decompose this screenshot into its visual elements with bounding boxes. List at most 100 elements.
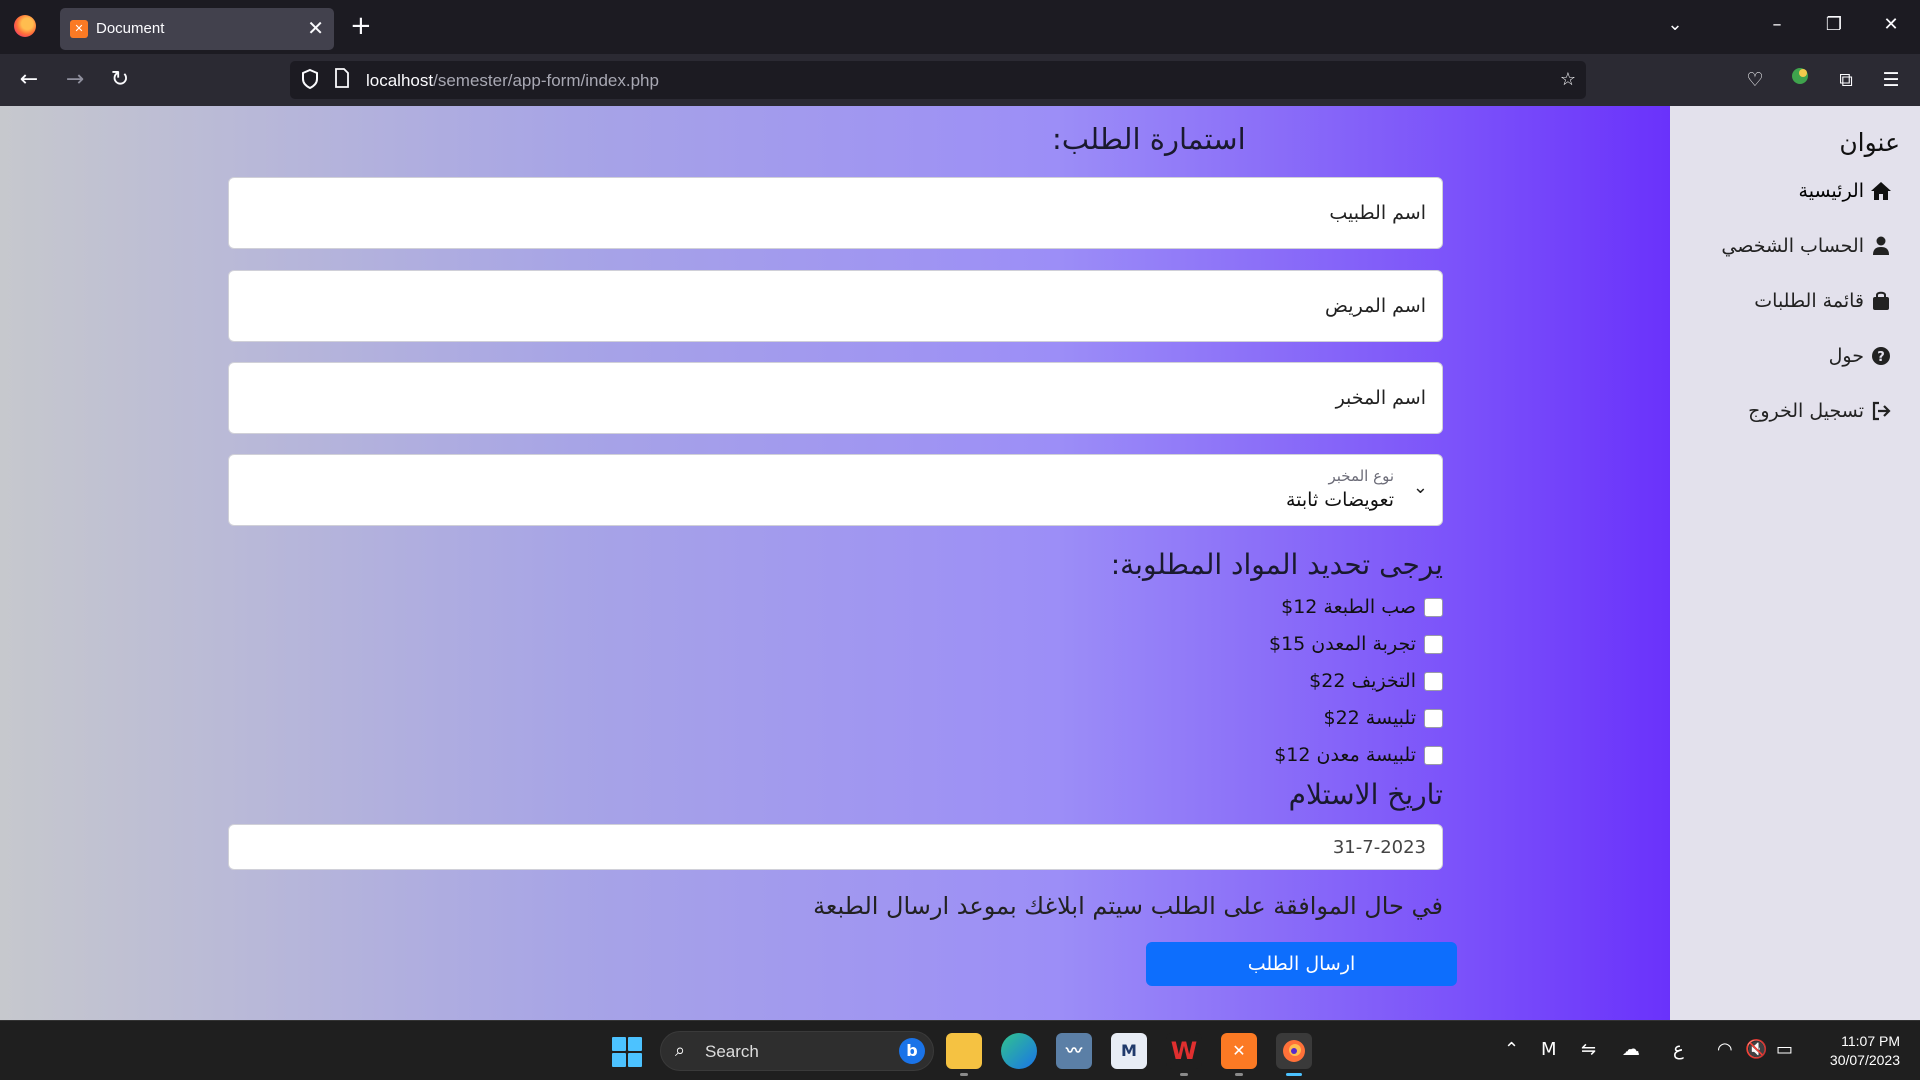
onedrive-error-icon[interactable]: ☁: [1622, 1039, 1640, 1061]
material-checkbox[interactable]: تجربة المعدن 15$: [1269, 633, 1443, 655]
extension-color-icon[interactable]: [1785, 65, 1815, 95]
patient-name-placeholder: اسم المريض: [1325, 295, 1426, 317]
sidebar-item-label: تسجيل الخروج: [1748, 400, 1864, 422]
checkbox-box[interactable]: [1424, 745, 1443, 765]
running-indicator: [960, 1073, 968, 1076]
sidebar-item-label: قائمة الطلبات: [1754, 290, 1864, 312]
clock-date: 30/07/2023: [1829, 1052, 1900, 1068]
sidebar-item-label: الحساب الشخصي: [1721, 235, 1864, 257]
reload-icon[interactable]: ↻: [105, 66, 135, 96]
chevron-up-icon[interactable]: ⌃: [1504, 1039, 1519, 1061]
checkbox-box[interactable]: [1424, 597, 1443, 617]
taskbar-search[interactable]: ⌕ Search b: [660, 1031, 934, 1071]
material-checkbox[interactable]: تلبيسة 22$: [1323, 707, 1443, 729]
sidebar-item-about[interactable]: ? حول: [1829, 345, 1892, 367]
page-icon[interactable]: [334, 68, 350, 95]
user-icon: [1870, 235, 1892, 257]
url-text[interactable]: localhost/semester/app-form/index.php: [366, 71, 659, 91]
file-explorer-icon[interactable]: [946, 1033, 982, 1069]
material-checkbox[interactable]: تلبيسة معدن 12$: [1274, 744, 1443, 766]
material-checkbox[interactable]: صب الطبعة 12$: [1281, 596, 1443, 618]
patient-name-input[interactable]: اسم المريض: [228, 270, 1443, 342]
language-indicator[interactable]: ع: [1673, 1039, 1684, 1061]
material-label: تلبيسة 22$: [1323, 707, 1416, 729]
back-arrow-icon[interactable]: ←: [14, 66, 44, 96]
bing-icon[interactable]: b: [899, 1038, 925, 1064]
sidebar-item-orders[interactable]: قائمة الطلبات: [1754, 290, 1892, 312]
firefox-taskbar-icon[interactable]: [1276, 1033, 1312, 1069]
material-label: تجربة المعدن 15$: [1268, 633, 1416, 655]
material-label: تلبيسة معدن 12$: [1274, 744, 1416, 766]
list-all-tabs-icon[interactable]: ⌄: [1660, 10, 1690, 40]
material-checkbox[interactable]: التخزيف 22$: [1309, 670, 1443, 692]
page-content: عنوان الرئيسية الحساب الشخصي قائمة الطلب…: [0, 106, 1920, 1020]
battery-icon[interactable]: ▭: [1776, 1039, 1793, 1061]
windows-taskbar: ⌕ Search b 〰 M W ✕ ⌃ M ⇋ ☁ ع ◠ 🔇 ▭ 11:07…: [0, 1020, 1920, 1080]
approval-notice: في حال الموافقة على الطلب سيتم ابلاغك بم…: [813, 892, 1443, 920]
bag-icon: [1870, 290, 1892, 312]
bookmark-star-icon[interactable]: ☆: [1560, 68, 1576, 92]
browser-nav-bar: ← → ↻ localhost/semester/app-form/index.…: [0, 54, 1920, 106]
minimize-icon[interactable]: –: [1762, 10, 1792, 40]
logout-icon: [1870, 400, 1892, 422]
date-heading: تاريخ الاستلام: [1288, 778, 1443, 811]
firefox-logo-icon[interactable]: [14, 15, 36, 37]
tray-settings-icon[interactable]: ⇋: [1581, 1039, 1596, 1061]
checkbox-box[interactable]: [1424, 708, 1443, 728]
tab-title: Document: [96, 20, 165, 37]
edge-icon[interactable]: [1001, 1033, 1037, 1069]
sidebar-item-home[interactable]: الرئيسية: [1799, 180, 1892, 202]
date-value: 31-7-2023: [1332, 837, 1426, 858]
lab-type-value: تعويضات ثابتة: [1285, 489, 1394, 511]
form-title: استمارة الطلب:: [1052, 122, 1246, 156]
sidebar: عنوان الرئيسية الحساب الشخصي قائمة الطلب…: [1670, 106, 1920, 1020]
lab-name-input[interactable]: اسم المخبر: [228, 362, 1443, 434]
restore-icon[interactable]: ❐: [1819, 10, 1849, 40]
chevron-down-icon: ⌄: [1412, 477, 1428, 498]
new-tab-icon[interactable]: +: [350, 12, 372, 40]
sidebar-item-logout[interactable]: تسجيل الخروج: [1748, 400, 1892, 422]
question-circle-icon: ?: [1870, 345, 1892, 367]
menu-hamburger-icon[interactable]: ☰: [1876, 65, 1906, 95]
shield-icon[interactable]: [300, 68, 320, 97]
sidebar-item-label: الرئيسية: [1798, 180, 1864, 202]
speaker-muted-icon[interactable]: 🔇: [1745, 1039, 1767, 1061]
windows-start-icon[interactable]: [612, 1037, 642, 1067]
submit-order-button[interactable]: ارسال الطلب: [1146, 942, 1457, 986]
doctor-name-input[interactable]: اسم الطبيب: [228, 177, 1443, 249]
tray-app-icon[interactable]: M: [1541, 1039, 1557, 1061]
extensions-puzzle-icon[interactable]: ⧉: [1831, 65, 1861, 95]
pocket-icon[interactable]: ♡: [1740, 65, 1770, 95]
receive-date-input[interactable]: 31-7-2023: [228, 824, 1443, 870]
lab-name-placeholder: اسم المخبر: [1335, 387, 1426, 409]
lab-type-label: نوع المخبر: [1328, 467, 1394, 485]
sidebar-item-label: حول: [1828, 345, 1864, 367]
close-window-icon[interactable]: ✕: [1876, 10, 1906, 40]
running-indicator: [1180, 1073, 1188, 1076]
close-tab-icon[interactable]: ✕: [307, 16, 324, 40]
url-bar[interactable]: localhost/semester/app-form/index.php ☆: [290, 61, 1586, 99]
m-app-icon[interactable]: M: [1111, 1033, 1147, 1069]
doctor-name-placeholder: اسم الطبيب: [1329, 202, 1426, 224]
wps-office-icon[interactable]: W: [1166, 1033, 1202, 1069]
materials-heading: يرجى تحديد المواد المطلوبة:: [1110, 548, 1443, 581]
lab-type-select[interactable]: ⌄ نوع المخبر تعويضات ثابتة: [228, 454, 1443, 526]
svg-text:?: ?: [1877, 350, 1885, 365]
xampp-icon[interactable]: ✕: [1221, 1033, 1257, 1069]
search-label: Search: [705, 1042, 759, 1061]
browser-tab[interactable]: ✕ Document ✕: [60, 8, 334, 50]
forward-arrow-icon[interactable]: →: [60, 66, 90, 96]
material-label: التخزيف 22$: [1309, 670, 1416, 692]
photos-icon[interactable]: 〰: [1056, 1033, 1092, 1069]
checkbox-box[interactable]: [1424, 634, 1443, 654]
active-indicator: [1286, 1073, 1302, 1076]
taskbar-clock[interactable]: 11:07 PM 30/07/2023: [1830, 1032, 1900, 1070]
checkbox-box[interactable]: [1424, 671, 1443, 691]
wifi-icon[interactable]: ◠: [1717, 1039, 1733, 1061]
home-icon: [1870, 180, 1892, 202]
search-icon: ⌕: [675, 1040, 686, 1061]
xampp-favicon-icon: ✕: [70, 20, 88, 38]
running-indicator: [1235, 1073, 1243, 1076]
clock-time: 11:07 PM: [1841, 1033, 1900, 1049]
sidebar-item-profile[interactable]: الحساب الشخصي: [1721, 235, 1892, 257]
